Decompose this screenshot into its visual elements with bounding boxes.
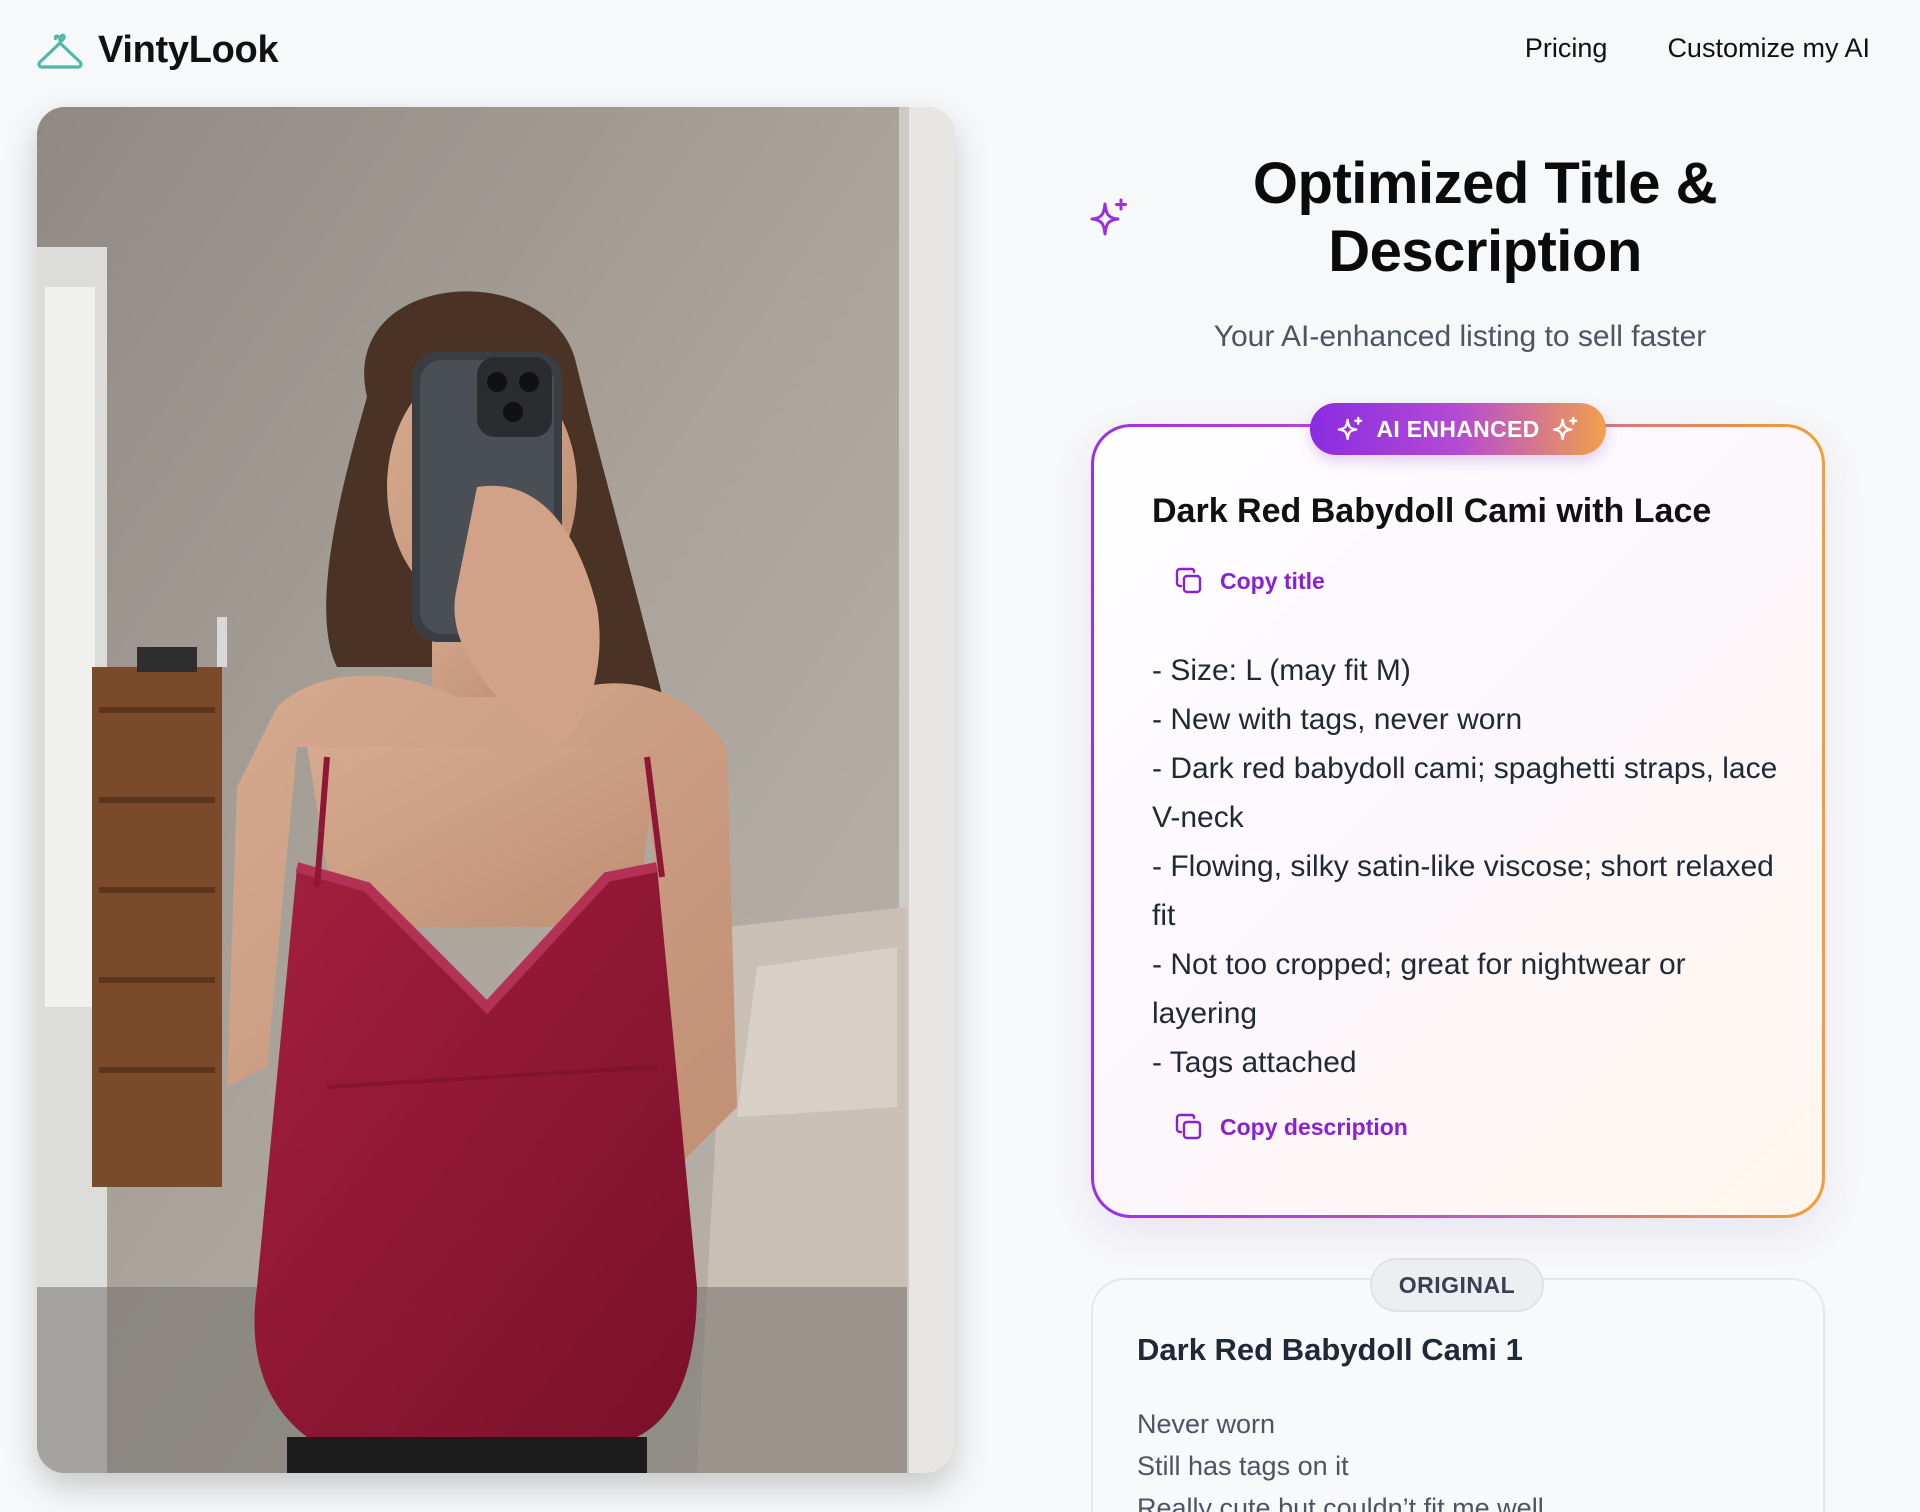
sparkles-icon: [1090, 198, 1127, 236]
copy-icon: [1175, 567, 1202, 594]
original-description-line: Never worn: [1137, 1409, 1276, 1439]
brand-logo[interactable]: VintyLook: [36, 28, 279, 72]
description-line: - Flowing, silky satin-like viscose; sho…: [1152, 850, 1774, 932]
main-nav: Pricing Customize my AI: [1525, 33, 1870, 64]
original-description-line: Really cute but couldn’t fit me well: [1137, 1493, 1544, 1512]
original-badge: ORIGINAL: [1370, 1258, 1544, 1312]
product-photo-image: [37, 107, 954, 1473]
page-subtitle: Your AI-enhanced listing to sell faster: [1213, 320, 1707, 353]
page-title: Optimized Title & Description: [1252, 151, 1718, 284]
description-line: - Size: L (may fit M): [1152, 654, 1411, 687]
nav-customize-ai[interactable]: Customize my AI: [1667, 33, 1870, 64]
description-line: - Not too cropped; great for nightwear o…: [1152, 948, 1686, 1030]
hanger-icon: [37, 33, 83, 69]
original-listing-description: Never worn Still has tags on it Really c…: [1137, 1403, 1777, 1512]
sparkles-icon: [1338, 416, 1363, 440]
copy-description-button[interactable]: Copy description: [1174, 1112, 1408, 1142]
copy-icon: [1175, 1113, 1202, 1140]
nav-pricing[interactable]: Pricing: [1525, 33, 1608, 64]
ai-enhanced-badge: AI ENHANCED: [1310, 403, 1606, 455]
ai-listing-description: - Size: L (may fit M) - New with tags, n…: [1152, 646, 1792, 1087]
ai-enhanced-badge-label: AI ENHANCED: [1376, 415, 1540, 442]
site-header: VintyLook Pricing Customize my AI: [0, 0, 1920, 102]
description-line: - Dark red babydoll cami; spaghetti stra…: [1152, 752, 1778, 834]
product-photo: [37, 107, 954, 1473]
brand-name: VintyLook: [98, 28, 279, 71]
sparkles-icon: [1552, 416, 1577, 440]
copy-title-button[interactable]: Copy title: [1174, 566, 1325, 596]
description-line: - Tags attached: [1152, 1046, 1357, 1079]
ai-listing-title: Dark Red Babydoll Cami with Lace: [1152, 492, 1712, 530]
description-line: - New with tags, never worn: [1152, 703, 1523, 736]
original-description-line: Still has tags on it: [1137, 1451, 1349, 1481]
original-listing-title: Dark Red Babydoll Cami 1: [1137, 1332, 1523, 1367]
copy-description-label: Copy description: [1220, 1113, 1408, 1140]
copy-title-label: Copy title: [1220, 567, 1325, 594]
